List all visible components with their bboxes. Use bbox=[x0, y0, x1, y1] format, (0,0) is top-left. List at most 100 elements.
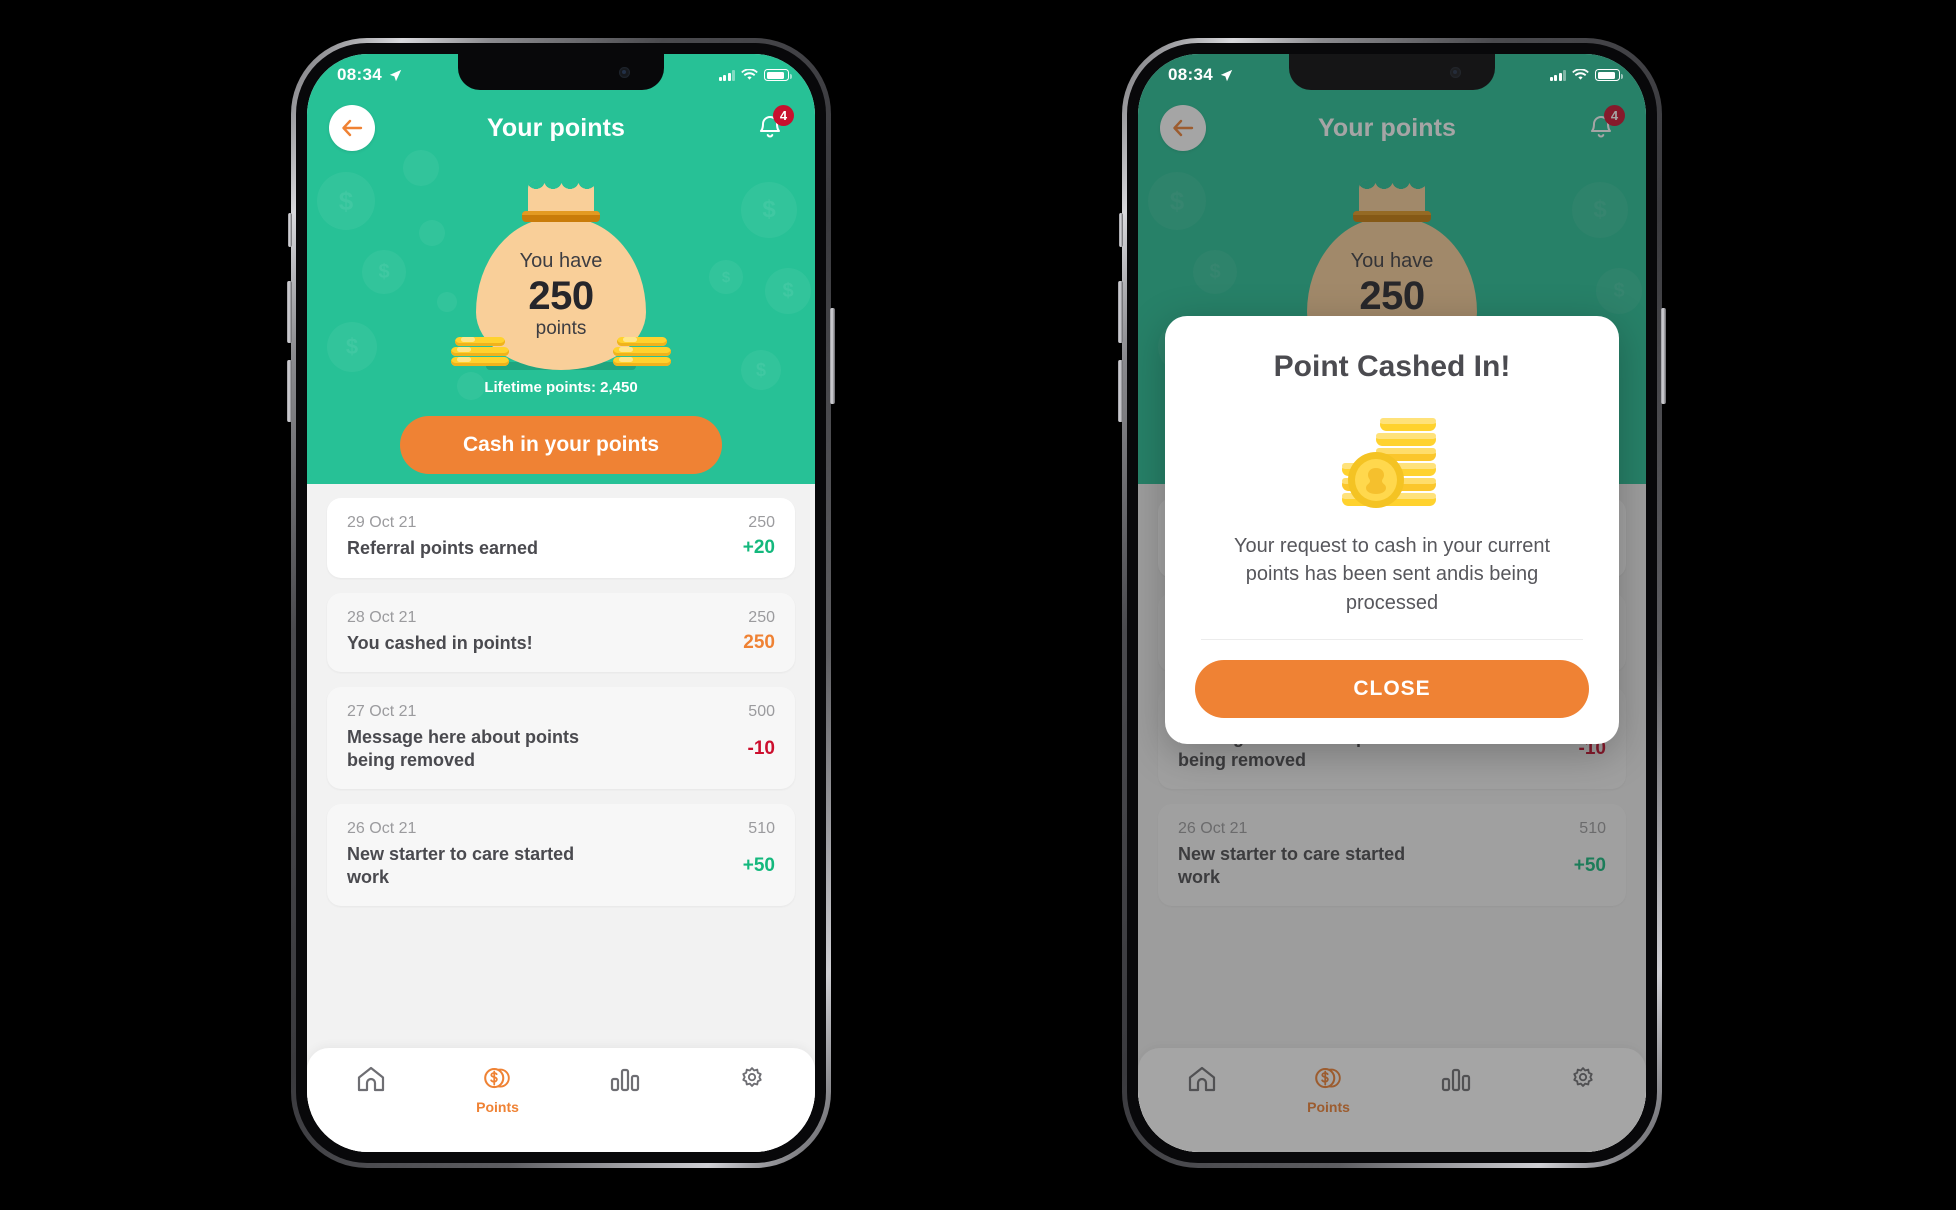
bag-tie bbox=[522, 180, 600, 226]
coin-watermark: $ bbox=[765, 268, 811, 314]
row-delta: 250 bbox=[743, 631, 775, 653]
status-bar-right bbox=[718, 69, 792, 81]
row-title: You cashed in points! bbox=[347, 632, 533, 653]
row-delta: -10 bbox=[747, 737, 775, 759]
status-time: 08:34 bbox=[337, 65, 382, 84]
phone-bezel: $ $ $ $ $ $ $ 08:34 Your points 4 You ha… bbox=[296, 43, 826, 1163]
point-cashed-in-dialog: Point Cashed In! Your request to cash in… bbox=[1165, 316, 1619, 745]
table-row[interactable]: 29 Oct 21 250 Referral points earned +20 bbox=[327, 498, 795, 578]
cellular-signal-icon bbox=[1549, 69, 1566, 81]
battery-icon bbox=[764, 69, 792, 81]
home-icon bbox=[357, 1066, 384, 1092]
status-bar-left: 08:34 bbox=[337, 65, 402, 85]
row-date: 28 Oct 21 bbox=[347, 608, 417, 626]
silent-switch[interactable] bbox=[288, 213, 292, 247]
tab-home[interactable] bbox=[307, 1064, 434, 1094]
tab-settings[interactable] bbox=[688, 1064, 815, 1094]
close-button[interactable]: CLOSE bbox=[1195, 660, 1589, 719]
page-title: Your points bbox=[486, 113, 626, 142]
location-arrow-icon bbox=[389, 69, 402, 81]
front-camera-icon bbox=[619, 67, 630, 78]
table-row[interactable]: 28 Oct 21 250 You cashed in points! 250 bbox=[327, 592, 795, 672]
coin-watermark: $ bbox=[362, 250, 406, 294]
points-unit-label: points bbox=[535, 317, 587, 339]
notch bbox=[458, 54, 664, 90]
row-date: 26 Oct 21 bbox=[347, 820, 417, 837]
row-bottom: Referral points earned +20 bbox=[347, 537, 775, 560]
row-bottom: New starter to care started work +50 bbox=[347, 843, 775, 888]
phone-mockup-left: $ $ $ $ $ $ $ 08:34 Your points 4 You ha… bbox=[287, 38, 835, 1168]
wifi-icon bbox=[741, 69, 758, 80]
screenshot-stage: $ $ $ $ $ $ $ 08:34 Your points 4 You ha… bbox=[0, 0, 1956, 1210]
cellular-signal-icon bbox=[718, 69, 735, 81]
coin-watermark: $ bbox=[709, 260, 743, 294]
row-title: Message here about points being removed bbox=[347, 727, 580, 770]
phone-screen-right: $ $ $ $ $ Your points bbox=[1138, 54, 1646, 1152]
coin-stack-right-icon bbox=[613, 336, 671, 366]
bottom-nav-bar: Points bbox=[307, 1048, 815, 1152]
row-title: Referral points earned bbox=[347, 538, 539, 558]
coin-watermark bbox=[437, 292, 457, 312]
phone-screen-left: $ $ $ $ $ $ $ 08:34 Your points 4 You ha… bbox=[307, 54, 815, 1152]
notifications-button[interactable]: 4 bbox=[747, 105, 794, 151]
coin-watermark bbox=[419, 220, 445, 246]
lifetime-points-label: Lifetime points: 2,450 bbox=[484, 379, 638, 396]
row-date: 29 Oct 21 bbox=[347, 514, 417, 531]
status-bar: 08:34 bbox=[1138, 54, 1646, 90]
row-bottom: You cashed in points! 250 bbox=[347, 632, 775, 655]
coin-watermark: $ bbox=[741, 182, 797, 238]
row-balance: 250 bbox=[748, 514, 775, 531]
money-bag-illustration: You have 250 points bbox=[451, 180, 671, 370]
location-arrow-icon bbox=[1220, 69, 1233, 81]
silent-switch[interactable] bbox=[1119, 213, 1123, 247]
coin-watermark: $ bbox=[317, 172, 375, 230]
app-bar: Your points 4 bbox=[307, 90, 815, 166]
bar-chart-icon bbox=[610, 1068, 639, 1092]
power-button[interactable] bbox=[830, 308, 835, 404]
battery-icon bbox=[1595, 69, 1623, 81]
bag-band bbox=[522, 211, 600, 222]
row-delta: +20 bbox=[742, 537, 775, 559]
volume-down-button[interactable] bbox=[1118, 360, 1123, 422]
notification-badge: 4 bbox=[773, 105, 794, 126]
volume-up-button[interactable] bbox=[287, 281, 292, 343]
volume-down-button[interactable] bbox=[287, 360, 292, 422]
coins-icon bbox=[483, 1067, 510, 1089]
coin-stack-left-icon bbox=[451, 336, 509, 366]
back-arrow-icon bbox=[342, 119, 363, 137]
power-button[interactable] bbox=[1661, 308, 1666, 404]
bag-have-label: You have bbox=[519, 249, 603, 272]
dialog-illustration bbox=[1195, 410, 1589, 514]
dialog-title: Point Cashed In! bbox=[1273, 350, 1511, 383]
table-row[interactable]: 26 Oct 21 510 New starter to care starte… bbox=[327, 804, 795, 906]
row-bottom: Message here about points being removed … bbox=[347, 726, 775, 771]
cash-in-points-button[interactable]: Cash in your points bbox=[400, 416, 722, 474]
status-bar-right bbox=[1549, 69, 1623, 81]
tab-points-label: Points bbox=[476, 1099, 519, 1115]
phone-mockup-right: $ $ $ $ $ Your points bbox=[1118, 38, 1666, 1168]
status-time: 08:34 bbox=[1168, 65, 1213, 84]
row-top: 27 Oct 21 500 bbox=[347, 703, 775, 721]
gear-icon bbox=[741, 1067, 762, 1087]
row-title: New starter to care started work bbox=[347, 844, 575, 887]
row-delta: +50 bbox=[742, 854, 775, 876]
phone-bezel: $ $ $ $ $ Your points bbox=[1127, 43, 1657, 1163]
dialog-divider bbox=[1201, 639, 1583, 641]
row-top: 26 Oct 21 510 bbox=[347, 820, 775, 838]
tab-stats[interactable] bbox=[561, 1064, 688, 1094]
row-top: 28 Oct 21 250 bbox=[347, 609, 775, 627]
coin-watermark: $ bbox=[327, 322, 377, 372]
points-value: 250 bbox=[528, 273, 594, 318]
row-top: 29 Oct 21 250 bbox=[347, 514, 775, 532]
wifi-icon bbox=[1572, 69, 1589, 80]
row-balance: 500 bbox=[748, 703, 775, 720]
volume-up-button[interactable] bbox=[1118, 281, 1123, 343]
coin-stack-icon bbox=[1342, 418, 1436, 508]
status-bar-left: 08:34 bbox=[1168, 65, 1233, 85]
row-date: 27 Oct 21 bbox=[347, 703, 417, 720]
row-balance: 510 bbox=[748, 820, 775, 837]
table-row[interactable]: 27 Oct 21 500 Message here about points … bbox=[327, 687, 795, 789]
tab-points[interactable]: Points bbox=[434, 1064, 561, 1115]
dialog-body-text: Your request to cash in your current poi… bbox=[1233, 535, 1551, 614]
row-balance: 250 bbox=[748, 608, 775, 626]
